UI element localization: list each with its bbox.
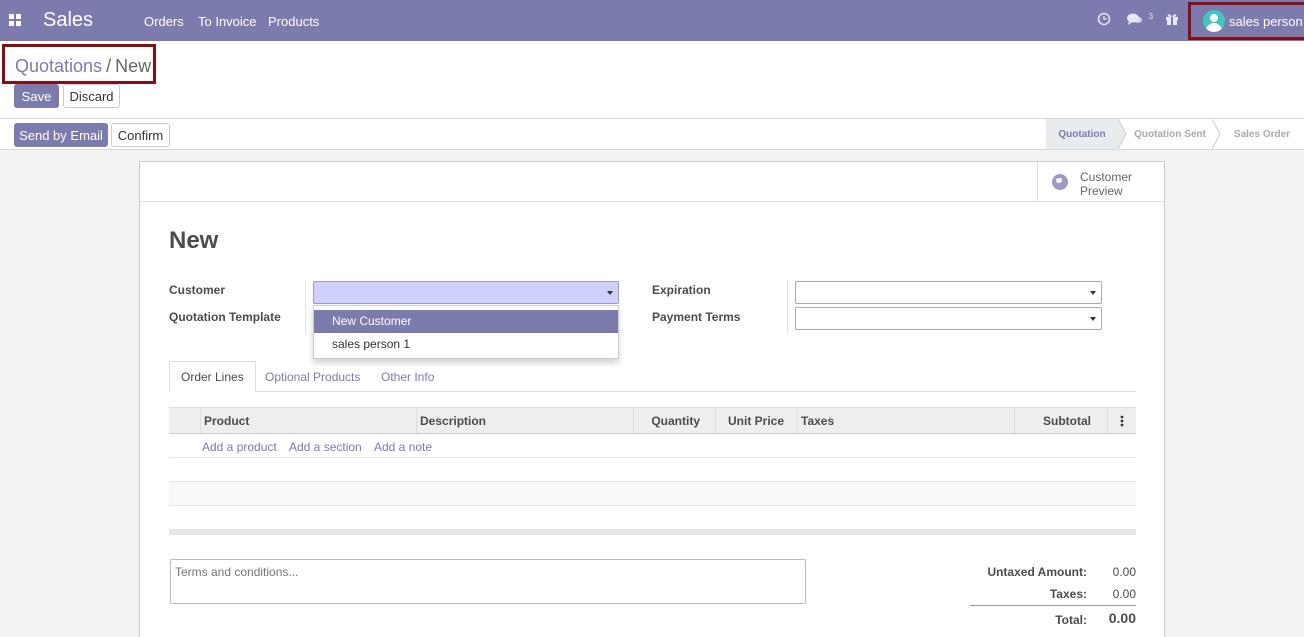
discard-button[interactable]: Discard	[63, 84, 120, 108]
breadcrumb-separator: /	[106, 56, 112, 76]
taxes-label: Taxes:	[1049, 587, 1087, 601]
customer-label: Customer	[169, 283, 226, 297]
dropdown-option-sales-person[interactable]: sales person 1	[314, 333, 618, 356]
column-taxes[interactable]: Taxes	[797, 408, 1014, 433]
breadcrumb-current: New	[115, 56, 152, 76]
stage-arrow	[1118, 119, 1127, 149]
gift-icon[interactable]	[1165, 12, 1179, 29]
stage-arrow	[1212, 119, 1221, 149]
expiration-field[interactable]	[795, 281, 1102, 304]
dropdown-option-new-customer[interactable]: New Customer	[314, 310, 618, 333]
stage-quotation[interactable]: Quotation	[1046, 119, 1118, 149]
column-product[interactable]: Product	[200, 408, 416, 433]
customer-autocomplete-dropdown: New Customer sales person 1	[313, 305, 619, 359]
add-product-link[interactable]: Add a product	[202, 440, 277, 454]
user-avatar-icon	[1203, 10, 1225, 32]
totals-divider	[970, 605, 1136, 606]
total-label: Total:	[1055, 613, 1087, 627]
form-statusbar: Send by Email Confirm Quotation Quotatio…	[0, 119, 1304, 150]
chevron-down-icon	[1090, 291, 1096, 295]
customer-preview-button[interactable]: Customer Preview	[1037, 162, 1164, 201]
clock-icon[interactable]	[1097, 12, 1111, 29]
table-row	[169, 482, 1136, 506]
control-panel: Quotations / New Save Discard	[0, 41, 1304, 119]
notebook-tabs: Order Lines Optional Products Other Info	[169, 361, 1136, 392]
table-header: Product Description Quantity Unit Price …	[169, 407, 1136, 434]
quotation-template-label: Quotation Template	[169, 310, 281, 324]
apps-grid-icon[interactable]	[9, 14, 21, 26]
handle-column-header	[169, 408, 200, 433]
table-row: Add a product Add a section Add a note	[169, 434, 1136, 458]
stage-sales-order[interactable]: Sales Order	[1222, 119, 1302, 149]
optional-columns-icon[interactable]	[1107, 408, 1136, 433]
confirm-button[interactable]: Confirm	[111, 123, 170, 147]
globe-icon	[1052, 174, 1068, 190]
expiration-label: Expiration	[652, 283, 711, 297]
breadcrumb: Quotations / New	[15, 56, 151, 77]
user-menu[interactable]: sales person 1	[1188, 2, 1304, 40]
column-unit-price[interactable]: Unit Price	[715, 408, 797, 433]
untaxed-amount-value: 0.00	[1112, 565, 1136, 579]
customer-preview-label: Customer Preview	[1080, 170, 1132, 198]
table-row	[169, 458, 1136, 482]
untaxed-amount-label: Untaxed Amount:	[987, 565, 1087, 579]
top-navbar: Sales Orders To Invoice Products 3 sales…	[0, 0, 1304, 41]
column-quantity[interactable]: Quantity	[633, 408, 715, 433]
table-footer	[169, 529, 1136, 535]
table-row	[169, 506, 1136, 530]
smart-button-box: Customer Preview	[140, 162, 1164, 202]
save-button[interactable]: Save	[14, 84, 59, 108]
column-subtotal[interactable]: Subtotal	[1014, 408, 1107, 433]
preview-label-line2: Preview	[1080, 184, 1123, 198]
send-by-email-button[interactable]: Send by Email	[14, 123, 108, 147]
messages-count-badge: 3	[1148, 12, 1154, 21]
taxes-value: 0.00	[1112, 587, 1136, 601]
tab-optional-products[interactable]: Optional Products	[254, 361, 371, 392]
stage-quotation-sent[interactable]: Quotation Sent	[1128, 119, 1212, 149]
form-sheet: Customer Preview New Customer Quotation …	[139, 161, 1165, 637]
add-section-link[interactable]: Add a section	[289, 440, 362, 454]
tab-order-lines[interactable]: Order Lines	[169, 361, 256, 392]
record-title: New	[169, 227, 219, 254]
payment-terms-label: Payment Terms	[652, 310, 741, 324]
chat-icon[interactable]: 3	[1127, 12, 1153, 29]
field-divider	[787, 280, 788, 334]
tab-other-info[interactable]: Other Info	[370, 361, 445, 392]
app-name[interactable]: Sales	[43, 9, 93, 32]
chevron-down-icon	[1090, 317, 1096, 321]
breadcrumb-quotations[interactable]: Quotations	[15, 56, 102, 76]
menu-to-invoice[interactable]: To Invoice	[198, 14, 257, 29]
total-value: 0.00	[1108, 610, 1136, 626]
field-divider	[305, 280, 306, 334]
preview-label-line1: Customer	[1080, 170, 1133, 184]
add-note-link[interactable]: Add a note	[374, 440, 432, 454]
breadcrumb-highlight: Quotations / New	[2, 44, 156, 84]
menu-orders[interactable]: Orders	[144, 14, 184, 29]
chevron-down-icon	[607, 291, 613, 295]
terms-and-conditions-field[interactable]	[170, 559, 806, 604]
column-description[interactable]: Description	[416, 408, 633, 433]
payment-terms-select[interactable]	[795, 307, 1102, 330]
user-name: sales person 1	[1229, 14, 1304, 29]
menu-products[interactable]: Products	[268, 14, 319, 29]
customer-select[interactable]	[313, 281, 619, 304]
